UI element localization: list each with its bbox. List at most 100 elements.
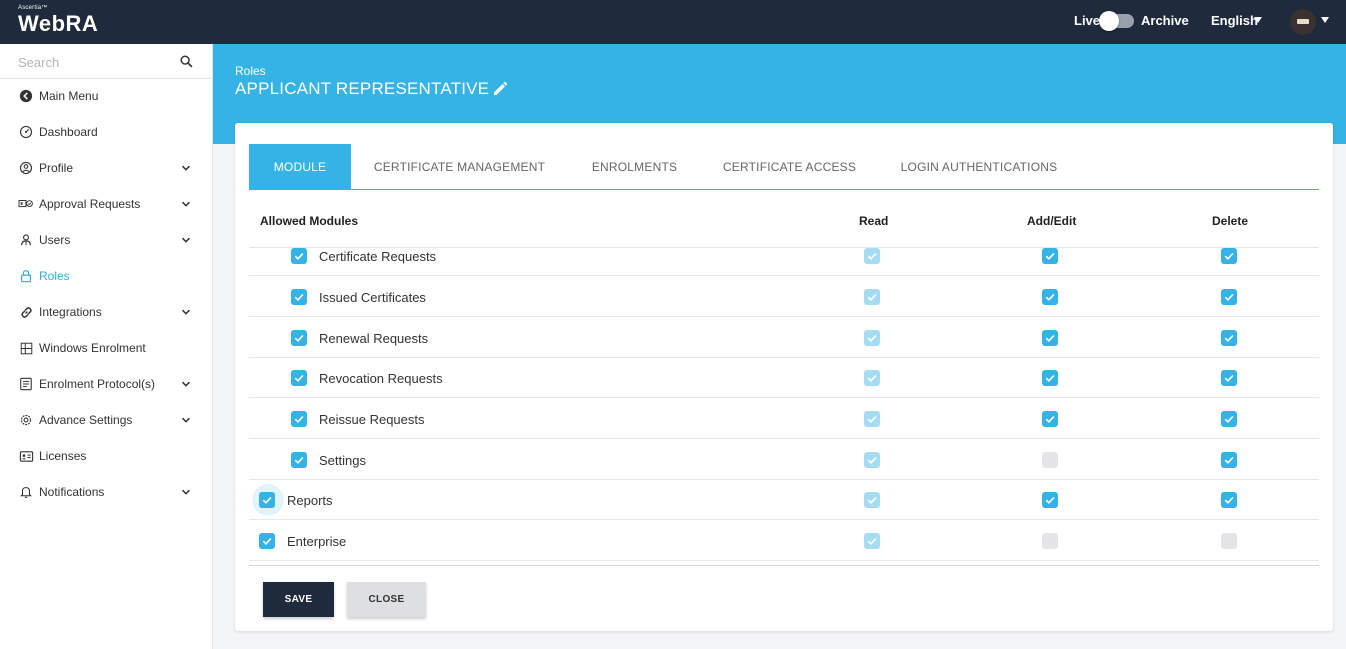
save-button[interactable]: SAVE [263, 582, 334, 617]
chevron-down-icon[interactable] [180, 378, 192, 390]
chevron-down-icon[interactable] [180, 162, 192, 174]
brand-name: WebRA [18, 11, 99, 36]
table-row [249, 521, 1319, 561]
sidebar-item-label: Licenses [39, 449, 87, 463]
dashboard-icon [18, 124, 34, 140]
sidebar-item-label: Windows Enrolment [39, 341, 146, 355]
allowed-checkbox[interactable] [291, 370, 307, 386]
table-row [249, 480, 1319, 520]
column-header-allowed-modules: Allowed Modules [260, 214, 359, 228]
add-edit-checkbox[interactable] [1042, 248, 1058, 264]
chevron-down-icon[interactable] [180, 486, 192, 498]
delete-checkbox[interactable] [1221, 370, 1237, 386]
sidebar-item-label: Profile [39, 161, 74, 175]
profile-icon [18, 160, 34, 176]
delete-checkbox[interactable] [1221, 289, 1237, 305]
user-menu-caret-icon[interactable] [1321, 17, 1329, 23]
sidebar-item-roles[interactable]: Roles [0, 258, 212, 294]
read-checkbox[interactable] [864, 370, 880, 386]
sidebar-item-licenses[interactable]: Licenses [0, 438, 212, 474]
table-bottom-divider [249, 565, 1319, 566]
sidebar-item-approval-requests[interactable]: Approval Requests [0, 186, 212, 222]
avatar[interactable] [1290, 9, 1316, 35]
module-label: Certificate Requests [319, 249, 437, 264]
allowed-checkbox[interactable] [291, 330, 307, 346]
sidebar-item-main-menu[interactable]: Main Menu [0, 78, 212, 114]
sidebar-item-enrolment-protocol-s[interactable]: Enrolment Protocol(s) [0, 366, 212, 402]
read-checkbox[interactable] [864, 533, 880, 549]
table-row [249, 440, 1319, 480]
column-header-delete: Delete [1212, 214, 1249, 228]
delete-checkbox[interactable] [1221, 248, 1237, 264]
back-circle-icon [18, 88, 34, 104]
tab-login-authentications[interactable]: LOGIN AUTHENTICATIONS [887, 144, 1071, 189]
allowed-checkbox[interactable] [291, 248, 307, 264]
add-edit-checkbox[interactable] [1042, 492, 1058, 508]
search-input[interactable] [18, 52, 168, 72]
allowed-checkbox[interactable] [291, 452, 307, 468]
chevron-down-icon[interactable] [180, 414, 192, 426]
read-checkbox[interactable] [864, 289, 880, 305]
tab-enrolments[interactable]: ENROLMENTS [579, 144, 690, 189]
delete-checkbox[interactable] [1221, 452, 1237, 468]
brand-logo[interactable]: Ascertia™ WebRA [18, 5, 98, 36]
edit-pencil-icon[interactable] [492, 81, 508, 97]
tab-certificate-access[interactable]: CERTIFICATE ACCESS [712, 144, 867, 189]
language-selector[interactable]: English [1211, 13, 1258, 28]
approval-icon [18, 196, 34, 212]
breadcrumb[interactable]: Roles [235, 64, 266, 78]
chevron-down-icon[interactable] [180, 306, 192, 318]
read-checkbox[interactable] [864, 452, 880, 468]
column-header-add-edit: Add/Edit [1027, 214, 1077, 228]
column-header-read: Read [859, 214, 889, 228]
chevron-down-icon[interactable] [180, 234, 192, 246]
sidebar-item-dashboard[interactable]: Dashboard [0, 114, 212, 150]
sidebar-item-label: Integrations [39, 305, 102, 319]
tab-module[interactable]: MODULE [249, 144, 351, 189]
read-checkbox[interactable] [864, 492, 880, 508]
sidebar-item-integrations[interactable]: Integrations [0, 294, 212, 330]
archive-label: Archive [1141, 13, 1189, 28]
sidebar-item-profile[interactable]: Profile [0, 150, 212, 186]
sidebar-search [0, 44, 212, 79]
live-label: Live [1074, 13, 1101, 28]
allowed-checkbox[interactable] [291, 289, 307, 305]
add-edit-checkbox[interactable] [1042, 452, 1058, 468]
read-checkbox[interactable] [864, 248, 880, 264]
live-archive-toggle[interactable] [1099, 11, 1134, 31]
delete-checkbox[interactable] [1221, 492, 1237, 508]
top-bar: Ascertia™ WebRA Live Archive English [0, 0, 1346, 44]
delete-checkbox[interactable] [1221, 411, 1237, 427]
module-label: Enterprise [287, 534, 347, 549]
avatar-image [1297, 19, 1309, 24]
tab-certificate-management[interactable]: CERTIFICATE MANAGEMENT [357, 144, 562, 189]
language-caret-icon[interactable] [1254, 17, 1262, 23]
link-icon [18, 304, 34, 320]
read-checkbox[interactable] [864, 411, 880, 427]
add-edit-checkbox[interactable] [1042, 411, 1058, 427]
module-label: Renewal Requests [319, 331, 429, 346]
protocol-icon [18, 376, 34, 392]
module-label: Settings [319, 453, 366, 468]
add-edit-checkbox[interactable] [1042, 330, 1058, 346]
sidebar-item-label: Approval Requests [39, 197, 141, 211]
sidebar-item-notifications[interactable]: Notifications [0, 474, 212, 510]
delete-checkbox[interactable] [1221, 330, 1237, 346]
read-checkbox[interactable] [864, 330, 880, 346]
sidebar-item-windows-enrolment[interactable]: Windows Enrolment [0, 330, 212, 366]
module-label: Reports [287, 493, 333, 508]
add-edit-checkbox[interactable] [1042, 533, 1058, 549]
allowed-checkbox[interactable] [259, 492, 275, 508]
allowed-checkbox[interactable] [291, 411, 307, 427]
close-button[interactable]: CLOSE [347, 582, 426, 617]
chevron-down-icon[interactable] [180, 198, 192, 210]
sidebar-item-users[interactable]: Users [0, 222, 212, 258]
lock-icon [18, 268, 34, 284]
search-icon[interactable] [180, 55, 193, 68]
allowed-checkbox[interactable] [259, 533, 275, 549]
windows-icon [18, 340, 34, 356]
add-edit-checkbox[interactable] [1042, 370, 1058, 386]
add-edit-checkbox[interactable] [1042, 289, 1058, 305]
delete-checkbox[interactable] [1221, 533, 1237, 549]
sidebar-item-advance-settings[interactable]: Advance Settings [0, 402, 212, 438]
